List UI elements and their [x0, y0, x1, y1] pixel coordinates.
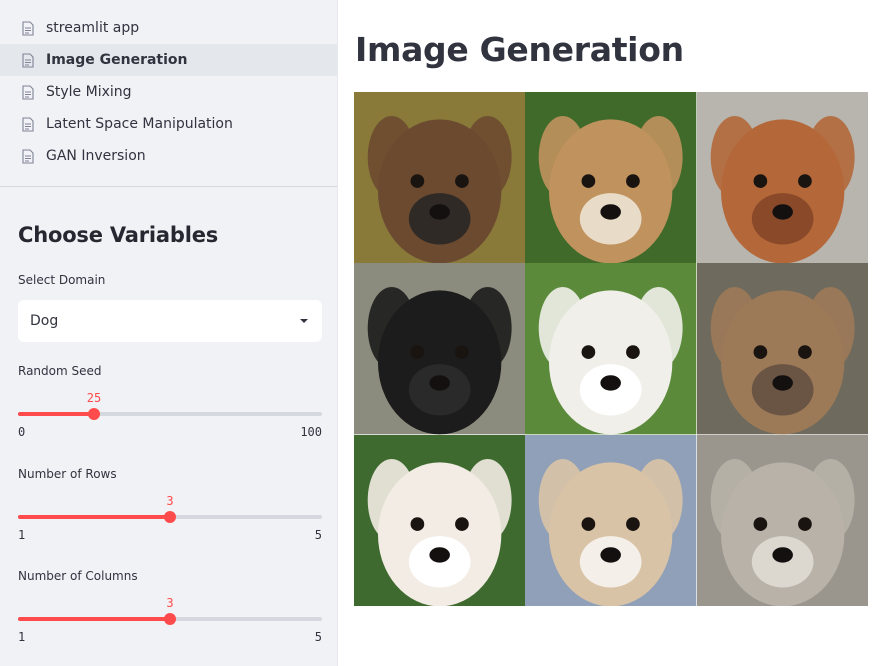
- generated-image-grid: [354, 92, 868, 606]
- select-domain-value: Dog: [30, 313, 59, 329]
- number-of-columns-slider[interactable]: 3 1 5: [18, 596, 322, 644]
- slider-thumb[interactable]: [164, 613, 176, 625]
- slider-max: 5: [314, 630, 322, 644]
- select-domain-label: Select Domain: [18, 273, 106, 287]
- page-icon: [22, 148, 34, 164]
- sidebar: streamlit app Image Generation Style Mix…: [0, 0, 338, 666]
- nav-item-style-mixing[interactable]: Style Mixing: [0, 76, 337, 108]
- slider-value: 3: [166, 596, 174, 610]
- page-nav: streamlit app Image Generation Style Mix…: [0, 0, 337, 172]
- slider-fill: [18, 617, 170, 621]
- dog-image-8: [525, 434, 697, 606]
- number-of-rows-label: Number of Rows: [18, 467, 117, 481]
- slider-thumb[interactable]: [88, 408, 100, 420]
- page-icon: [22, 116, 34, 132]
- slider-fill: [18, 515, 170, 519]
- page-icon: [22, 84, 34, 100]
- nav-item-label: GAN Inversion: [46, 148, 146, 164]
- nav-item-image-generation[interactable]: Image Generation: [0, 44, 337, 76]
- slider-thumb[interactable]: [164, 511, 176, 523]
- page-title: Image Generation: [355, 30, 684, 69]
- slider-value: 3: [166, 494, 174, 508]
- section-title: Choose Variables: [18, 223, 219, 247]
- slider-max: 5: [314, 528, 322, 542]
- random-seed-slider[interactable]: 25 0 100: [18, 391, 322, 439]
- nav-item-label: Style Mixing: [46, 84, 132, 100]
- chevron-down-icon: [300, 319, 308, 323]
- dog-image-4: [354, 263, 526, 435]
- number-of-columns-label: Number of Columns: [18, 569, 138, 583]
- dog-image-5: [525, 263, 697, 435]
- dog-image-3: [696, 92, 868, 264]
- dog-image-9: [696, 434, 868, 606]
- page-icon: [22, 52, 34, 68]
- slider-max: 100: [300, 425, 322, 439]
- slider-min: 1: [18, 630, 26, 644]
- nav-item-latent-space-manipulation[interactable]: Latent Space Manipulation: [0, 108, 337, 140]
- dog-image-6: [696, 263, 868, 435]
- nav-item-gan-inversion[interactable]: GAN Inversion: [0, 140, 337, 172]
- random-seed-label: Random Seed: [18, 364, 102, 378]
- slider-min: 0: [18, 425, 26, 439]
- nav-divider: [0, 186, 337, 187]
- slider-min: 1: [18, 528, 26, 542]
- dog-image-1: [354, 92, 526, 264]
- page-icon: [22, 20, 34, 36]
- slider-fill: [18, 412, 94, 416]
- select-domain-dropdown[interactable]: Dog: [18, 300, 322, 342]
- nav-item-streamlit-app[interactable]: streamlit app: [0, 12, 337, 44]
- dog-image-7: [354, 434, 526, 606]
- slider-value: 25: [86, 391, 102, 405]
- dog-image-2: [525, 92, 697, 264]
- number-of-rows-slider[interactable]: 3 1 5: [18, 494, 322, 542]
- nav-item-label: Latent Space Manipulation: [46, 116, 233, 132]
- nav-item-label: Image Generation: [46, 52, 188, 68]
- nav-item-label: streamlit app: [46, 20, 140, 36]
